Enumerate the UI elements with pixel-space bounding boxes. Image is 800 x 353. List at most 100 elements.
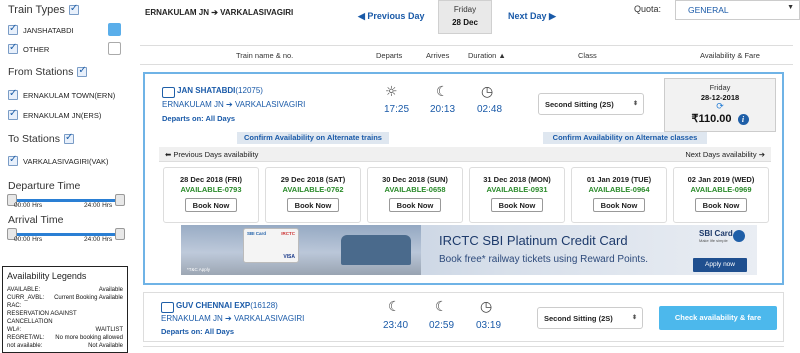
legend-key: AVAILABLE: [7, 287, 41, 293]
moon-icon: ☾ [436, 84, 449, 100]
availability-status: AVAILABLE-0658 [384, 185, 446, 194]
sbi-card-ad-banner[interactable]: SBI Card IRCTC VISA *T&C Apply IRCTC SBI… [181, 225, 757, 275]
arrival-slider-max-handle[interactable] [115, 228, 125, 240]
app-root: Train Types JANSHATABDI OTHER From Stati… [0, 0, 800, 353]
janshatabdi-checkbox[interactable] [8, 23, 18, 35]
info-icon[interactable]: i [737, 113, 749, 125]
moon-icon: ☾ [435, 299, 448, 315]
availability-day-card: 28 Dec 2018 (FRI) AVAILABLE-0793 Book No… [163, 167, 259, 223]
availability-status: AVAILABLE-0969 [690, 185, 752, 194]
col-availability-fare[interactable]: Availability & Fare [700, 51, 760, 60]
other-checkbox[interactable] [8, 42, 18, 54]
train-types-all-checkbox[interactable] [68, 3, 79, 15]
from-station-ern-checkbox[interactable] [8, 88, 18, 100]
selected-day: Friday 28 Dec [438, 0, 492, 34]
train-types-heading: Train Types [8, 3, 79, 16]
train-run-days: Departs on: All Days [161, 327, 235, 336]
col-arrives[interactable]: Arrives [426, 51, 449, 60]
col-departs[interactable]: Departs [376, 51, 402, 60]
janshatabdi-color-swatch [108, 23, 121, 36]
legend-row: RESERVATION AGAINST CANCELLATION [7, 310, 123, 326]
to-stations-all-checkbox[interactable] [63, 132, 74, 144]
refresh-icon[interactable]: ⟳ [665, 102, 775, 112]
results-column-header: Train name & no. Departs Arrives Duratio… [140, 45, 793, 65]
col-train-name[interactable]: Train name & no. [236, 51, 293, 60]
search-topbar: ERNAKULAM JN ➔ VARKALASIVAGIRI ◀ Previou… [130, 0, 800, 38]
next-day-link[interactable]: Next Day ▶ [508, 11, 556, 22]
fare-day: Friday [709, 83, 731, 92]
availability-day-card: 30 Dec 2018 (SUN) AVAILABLE-0658 Book No… [367, 167, 463, 223]
train-type-other[interactable]: OTHER [8, 42, 50, 54]
fare-amount: ₹110.00 i [665, 112, 775, 125]
updown-icon: ⬍ [632, 101, 638, 107]
from-stations-title: From Stations [8, 66, 74, 78]
card-irctc-text: IRCTC [281, 231, 295, 236]
book-now-button[interactable]: Book Now [593, 198, 645, 212]
availability-date: 01 Jan 2019 (TUE) [586, 175, 652, 184]
col-duration[interactable]: Duration ▲ [468, 51, 506, 60]
train-types-title: Train Types [8, 4, 65, 16]
train-name[interactable]: JAN SHATABDI(12075) [177, 86, 263, 95]
arrival-max-label: 24:00 Hrs [84, 236, 113, 243]
from-station-ers-checkbox[interactable] [8, 108, 18, 120]
apply-now-button[interactable]: Apply now [693, 258, 747, 272]
book-now-button[interactable]: Book Now [287, 198, 339, 212]
train-icon [161, 302, 174, 313]
train-type-janshatabdi[interactable]: JANSHATABDI [8, 23, 74, 35]
book-now-button[interactable]: Book Now [491, 198, 543, 212]
book-now-button[interactable]: Book Now [185, 198, 237, 212]
availability-date: 29 Dec 2018 (SAT) [280, 175, 346, 184]
legend-value: Available [98, 287, 123, 293]
alternate-trains-button[interactable]: Confirm Availability on Alternate trains [237, 132, 389, 144]
updown-icon: ⬍ [631, 315, 637, 321]
train-name[interactable]: GUV CHENNAI EXP(16128) [176, 301, 278, 310]
class-select-value: Second Sitting (2S) [545, 100, 614, 109]
to-station-vak[interactable]: VARKALASIVAGIRI(VAK) [8, 154, 108, 166]
availability-date: 02 Jan 2019 (WED) [687, 175, 755, 184]
other-label: OTHER [23, 44, 50, 54]
class-select[interactable]: Second Sitting (2S) ⬍ [537, 307, 643, 329]
book-now-button[interactable]: Book Now [695, 198, 747, 212]
book-now-button[interactable]: Book Now [389, 198, 441, 212]
previous-days-link[interactable]: ⬅ Previous Days availability [165, 150, 258, 159]
col-class[interactable]: Class [578, 51, 597, 60]
train-route: ERNAKULAM JN ➔ VARKALASIVAGIRI [161, 314, 305, 323]
check-availability-button[interactable]: Check availability & fare [659, 306, 777, 330]
credit-card-image: SBI Card IRCTC VISA [243, 228, 299, 263]
fare-value: ₹110.00 [691, 113, 732, 125]
departure-time-heading: Departure Time [8, 180, 80, 192]
alternate-classes-button[interactable]: Confirm Availability on Alternate classe… [543, 132, 707, 144]
train-name-text: GUV CHENNAI EXP [176, 301, 251, 310]
from-station-ern[interactable]: ERNAKULAM TOWN(ERN) [8, 88, 116, 100]
from-station-ers[interactable]: ERNAKULAM JN(ERS) [8, 108, 101, 120]
legend-row: REGRET/WL: No more booking allowed [7, 334, 123, 342]
train-card: GUV CHENNAI EXP(16128) ERNAKULAM JN ➔ VA… [143, 292, 784, 342]
from-stations-all-checkbox[interactable] [77, 65, 88, 77]
sbi-logo-icon [733, 230, 745, 242]
availability-navigation: ⬅ Previous Days availability Next Days a… [159, 147, 771, 162]
class-select[interactable]: Second Sitting (2S) ⬍ [538, 93, 644, 115]
previous-day-link[interactable]: ◀ Previous Day [358, 11, 424, 22]
from-station-ern-label: ERNAKULAM TOWN(ERN) [23, 90, 116, 100]
sbi-card-logo: SBI Card Make life simple [699, 229, 733, 243]
availability-legend: Availability Legends AVAILABLE: Available… [2, 266, 128, 353]
fare-date: 28-12-2018 [700, 93, 740, 102]
clock-icon: ◷ [481, 84, 494, 100]
quota-select[interactable]: GENERAL ▼ [675, 0, 800, 20]
legend-value: Current Booking Available [54, 295, 123, 301]
availability-day-card: 02 Jan 2019 (WED) AVAILABLE-0969 Book No… [673, 167, 769, 223]
arrival-time-heading: Arrival Time [8, 214, 63, 226]
availability-day-card: 29 Dec 2018 (SAT) AVAILABLE-0762 Book No… [265, 167, 361, 223]
train-icon [162, 87, 175, 98]
to-station-vak-checkbox[interactable] [8, 154, 18, 166]
legend-value: No more booking allowed [55, 335, 123, 341]
next-days-link[interactable]: Next Days availability ➔ [685, 150, 765, 159]
moon-icon: ☾ [388, 299, 401, 315]
to-stations-title: To Stations [8, 133, 60, 145]
availability-status: AVAILABLE-0793 [180, 185, 242, 194]
departure-slider-max-handle[interactable] [115, 194, 125, 206]
arrival-min-label: 00:00 Hrs [14, 236, 43, 243]
arrive-time: 20:13 [430, 104, 456, 115]
fare-box: Friday 28-12-2018 ⟳ ₹110.00 i [664, 78, 776, 132]
janshatabdi-label: JANSHATABDI [23, 25, 74, 35]
